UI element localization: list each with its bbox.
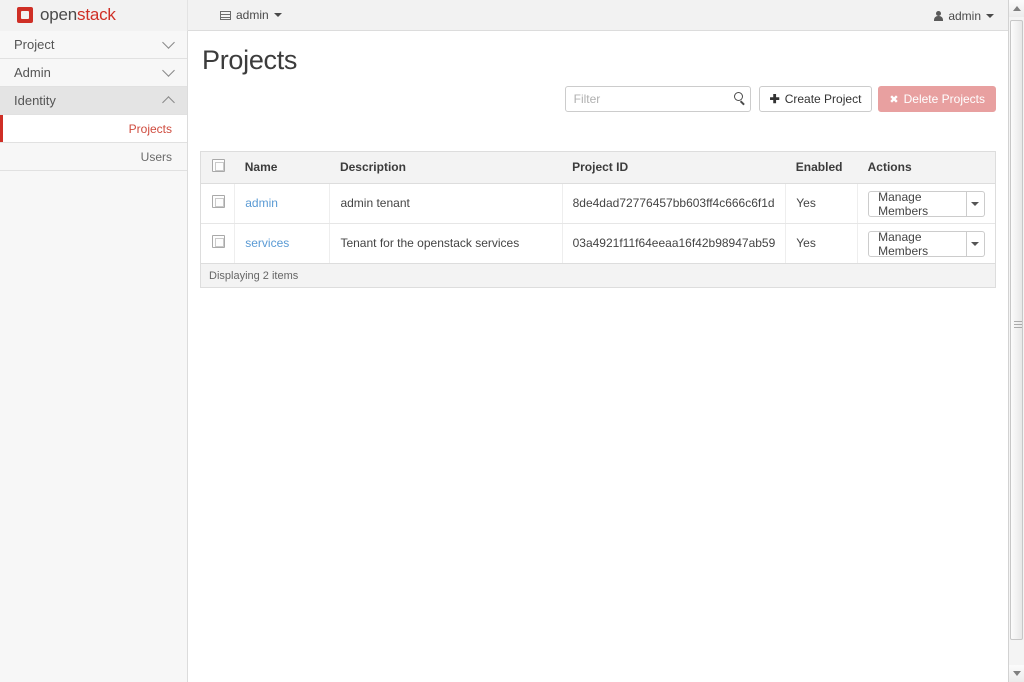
chevron-up-icon <box>162 96 175 109</box>
column-header-actions: Actions <box>858 152 995 183</box>
cell-description: Tenant for the openstack services <box>330 223 562 263</box>
sidebar-group-admin-label: Admin <box>14 65 164 80</box>
sidebar-item-projects-label: Projects <box>129 122 172 136</box>
brand-text-stack: stack <box>77 5 116 24</box>
cell-enabled: Yes <box>786 223 858 263</box>
action-bar: ✚ Create Project ✖ Delete Projects <box>565 86 996 112</box>
delete-projects-label: Delete Projects <box>904 92 985 106</box>
sidebar-item-users[interactable]: Users <box>0 143 187 171</box>
projects-table-element: Name Description Project ID Enabled Acti… <box>201 152 995 263</box>
chevron-down-icon <box>986 14 994 18</box>
table-footer: Displaying 2 items <box>201 263 995 287</box>
sidebar-group-project[interactable]: Project <box>0 31 187 59</box>
delete-projects-button[interactable]: ✖ Delete Projects <box>878 86 996 112</box>
column-header-name[interactable]: Name <box>235 152 330 183</box>
context-switcher-dropdown[interactable]: admin <box>220 8 282 22</box>
openstack-logo[interactable]: openstack <box>0 0 188 31</box>
project-link[interactable]: admin <box>245 196 278 210</box>
scrollbar-thumb[interactable] <box>1010 20 1023 640</box>
triangle-up-icon <box>1013 6 1021 11</box>
cell-project-id: 8de4dad72776457bb603ff4c666c6f1d <box>562 183 786 223</box>
table-row: services Tenant for the openstack servic… <box>201 223 995 263</box>
user-menu-dropdown[interactable]: admin <box>934 0 994 31</box>
select-all-header <box>201 152 235 183</box>
triangle-down-icon <box>1013 671 1021 676</box>
search-input[interactable] <box>565 86 751 112</box>
create-project-button[interactable]: ✚ Create Project <box>759 86 873 112</box>
row-checkbox[interactable] <box>212 195 225 208</box>
create-project-label: Create Project <box>785 92 862 106</box>
cell-project-id: 03a4921f11f64eeaa16f42b98947ab59 <box>562 223 786 263</box>
table-header: Name Description Project ID Enabled Acti… <box>201 152 995 183</box>
brand-text: openstack <box>40 5 116 25</box>
cell-description: admin tenant <box>330 183 562 223</box>
chevron-down-icon <box>162 36 175 49</box>
column-header-project-id[interactable]: Project ID <box>562 152 786 183</box>
cell-actions: Manage Members <box>858 223 995 263</box>
sidebar-group-project-label: Project <box>14 37 164 52</box>
top-navbar: openstack admin admin <box>0 0 1008 31</box>
chevron-down-icon <box>274 13 282 17</box>
openstack-logo-icon <box>17 7 33 23</box>
context-switcher-label: admin <box>236 8 269 22</box>
scroll-up-button[interactable] <box>1009 0 1024 17</box>
column-header-enabled[interactable]: Enabled <box>786 152 858 183</box>
table-row: admin admin tenant 8de4dad72776457bb603f… <box>201 183 995 223</box>
row-checkbox[interactable] <box>212 235 225 248</box>
user-icon <box>934 11 943 21</box>
sidebar-group-admin[interactable]: Admin <box>0 59 187 87</box>
scrollbar-grip-icon <box>1014 321 1022 329</box>
brand-text-open: open <box>40 5 77 24</box>
table-header-row: Name Description Project ID Enabled Acti… <box>201 152 995 183</box>
cell-enabled: Yes <box>786 183 858 223</box>
select-all-checkbox[interactable] <box>212 159 225 172</box>
plus-icon: ✚ <box>770 92 780 106</box>
scroll-down-button[interactable] <box>1009 665 1024 682</box>
sidebar-group-identity-label: Identity <box>14 93 164 108</box>
row-actions-dropdown-toggle[interactable] <box>967 191 985 217</box>
manage-members-button[interactable]: Manage Members <box>868 191 967 217</box>
chevron-down-icon <box>162 64 175 77</box>
chevron-down-icon <box>971 202 979 206</box>
cell-actions: Manage Members <box>858 183 995 223</box>
project-link[interactable]: services <box>245 236 289 250</box>
grid-icon <box>220 11 231 20</box>
cell-name: services <box>235 223 330 263</box>
cell-name: admin <box>235 183 330 223</box>
user-menu-label: admin <box>948 9 981 23</box>
sidebar-item-projects[interactable]: Projects <box>0 115 187 143</box>
chevron-down-icon <box>971 242 979 246</box>
main-content: Projects ✚ Create Project ✖ Delete Proje… <box>188 31 1008 682</box>
table-body: admin admin tenant 8de4dad72776457bb603f… <box>201 183 995 263</box>
filter-field <box>565 86 751 112</box>
sidebar-group-identity[interactable]: Identity <box>0 87 187 115</box>
sidebar: Project Admin Identity Projects Users <box>0 31 188 682</box>
column-header-description[interactable]: Description <box>330 152 562 183</box>
manage-members-button[interactable]: Manage Members <box>868 231 967 257</box>
row-actions-dropdown-toggle[interactable] <box>967 231 985 257</box>
sidebar-item-users-label: Users <box>141 150 172 164</box>
row-select-cell <box>201 223 235 263</box>
page-title: Projects <box>188 31 1008 76</box>
row-action-split-button: Manage Members <box>868 191 985 217</box>
projects-table: Name Description Project ID Enabled Acti… <box>200 151 996 288</box>
close-icon: ✖ <box>889 93 898 106</box>
browser-scrollbar[interactable] <box>1008 0 1024 682</box>
row-select-cell <box>201 183 235 223</box>
row-action-split-button: Manage Members <box>868 231 985 257</box>
table-item-count: Displaying 2 items <box>209 270 298 282</box>
